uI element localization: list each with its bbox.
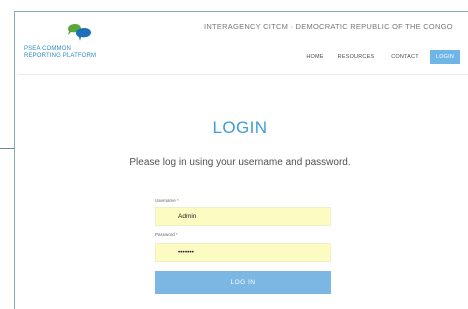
side-divider-line [0, 148, 14, 149]
nav-home-link[interactable]: HOME [302, 50, 328, 64]
required-marker: * [176, 232, 178, 237]
login-button[interactable]: LOG IN [155, 271, 331, 294]
username-field[interactable]: Admin [155, 207, 331, 226]
password-label: Password * [155, 232, 178, 237]
main-nav: HOME RESOURCES CONTACT LOGIN [0, 50, 468, 64]
nav-login-link[interactable]: LOGIN [430, 50, 460, 64]
username-label-text: Username [155, 198, 176, 203]
nav-resources-link[interactable]: RESOURCES [333, 50, 379, 64]
required-marker: * [177, 198, 179, 203]
password-label-text: Password [155, 232, 175, 237]
speech-bubbles-icon [68, 23, 91, 41]
page-title: LOGIN [212, 118, 268, 137]
login-instructions: Please log in using your username and pa… [129, 157, 351, 168]
header-divider [18, 74, 468, 75]
username-label: Username * [155, 198, 179, 203]
password-field[interactable]: ••••••• [155, 243, 331, 262]
site-title: INTERAGENCY CITCM · DEMOCRATIC REPUBLIC … [204, 22, 453, 31]
nav-contact-link[interactable]: CONTACT [385, 50, 425, 64]
